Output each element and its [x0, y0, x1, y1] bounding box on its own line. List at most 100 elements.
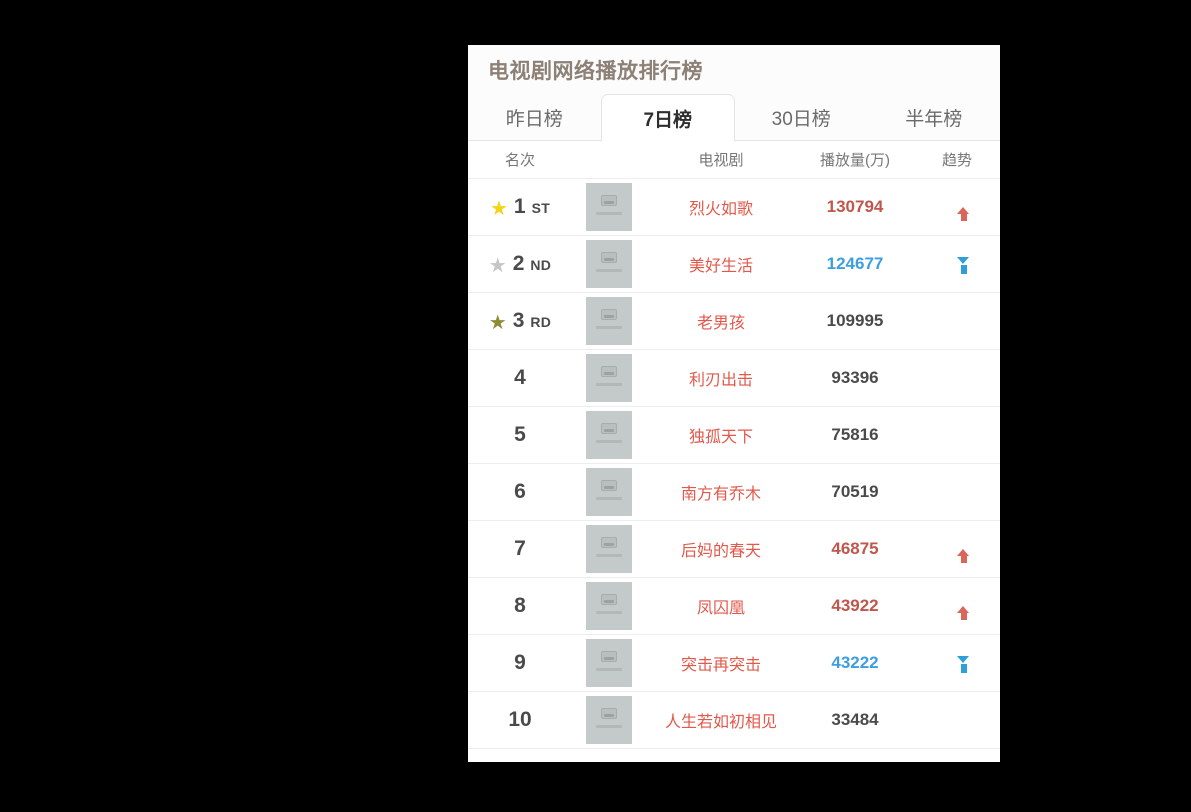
- rank-number: 2: [512, 252, 525, 276]
- image-placeholder-text: [596, 668, 622, 672]
- drama-name-cell[interactable]: 美好生活: [646, 236, 796, 292]
- page-title: 电视剧网络播放排行榜: [488, 60, 703, 83]
- trend-cell: [914, 578, 1000, 634]
- rank-cell: 8: [468, 578, 572, 634]
- image-placeholder-icon: [601, 309, 617, 321]
- thumbnail-cell: [572, 179, 646, 235]
- tab-4[interactable]: 半年榜: [868, 94, 1001, 141]
- tab-2[interactable]: 7日榜: [600, 94, 735, 143]
- table-row[interactable]: 6 南方有乔木 70519: [468, 464, 1000, 522]
- image-placeholder-text: [596, 611, 622, 615]
- star-icon: ★: [488, 255, 507, 278]
- rank-number: 6: [514, 480, 526, 504]
- broken-image-icon: [586, 411, 632, 460]
- rank-number: 7: [514, 537, 526, 561]
- drama-name-cell[interactable]: 后妈的春天: [646, 521, 796, 577]
- drama-name-link[interactable]: 凤囚凰: [697, 594, 745, 618]
- drama-name-cell[interactable]: 南方有乔木: [646, 464, 796, 520]
- rank-number: 4: [514, 366, 526, 390]
- rank-cell: 6: [468, 464, 572, 520]
- image-placeholder-icon: [601, 423, 617, 435]
- rank-number: 3: [512, 309, 525, 333]
- table-row[interactable]: ★ 3 RD 老男孩 109995: [468, 293, 1000, 351]
- thumbnail-cell: [572, 350, 646, 406]
- column-header-rank: 名次: [504, 152, 535, 170]
- plays-cell: 130794: [796, 179, 914, 235]
- image-placeholder-icon: [601, 480, 617, 492]
- plays-value: 33484: [831, 710, 879, 730]
- trend-cell: [914, 407, 1000, 463]
- thumbnail-cell: [572, 407, 646, 463]
- table-row[interactable]: ★ 1 ST 烈火如歌 130794: [468, 179, 1000, 237]
- thumbnail-cell: [572, 293, 646, 349]
- thumbnail-cell: [572, 236, 646, 292]
- drama-name-link[interactable]: 人生若如初相见: [665, 708, 777, 732]
- drama-name-link[interactable]: 美好生活: [689, 252, 753, 276]
- image-placeholder-text: [596, 212, 622, 216]
- plays-cell: 43222: [796, 635, 914, 691]
- thumbnail-cell: [572, 521, 646, 577]
- table-row[interactable]: 8 凤囚凰 43922: [468, 578, 1000, 636]
- drama-name-link[interactable]: 突击再突击: [681, 651, 761, 675]
- image-placeholder-icon: [601, 195, 617, 207]
- drama-name-cell[interactable]: 人生若如初相见: [646, 692, 796, 748]
- image-placeholder-icon: [601, 366, 617, 378]
- drama-name-cell[interactable]: 凤囚凰: [646, 578, 796, 634]
- drama-name-cell[interactable]: 突击再突击: [646, 635, 796, 691]
- table-row[interactable]: 10 人生若如初相见 33484: [468, 692, 1000, 750]
- plays-cell: 75816: [796, 407, 914, 463]
- plays-value: 43222: [831, 653, 879, 673]
- drama-name-link[interactable]: 独孤天下: [689, 423, 753, 447]
- table-row[interactable]: 4 利刃出击 93396: [468, 350, 1000, 408]
- broken-image-icon: [586, 297, 632, 346]
- broken-image-icon: [586, 468, 632, 517]
- trend-cell: [914, 635, 1000, 691]
- star-icon: ★: [489, 198, 508, 221]
- column-header-drama: 电视剧: [698, 152, 744, 170]
- rank-cell: ★ 2 ND: [468, 236, 572, 292]
- drama-name-cell[interactable]: 利刃出击: [646, 350, 796, 406]
- image-placeholder-text: [596, 725, 622, 729]
- table-row[interactable]: 5 独孤天下 75816: [468, 407, 1000, 465]
- table-row[interactable]: ★ 2 ND 美好生活 124677: [468, 236, 1000, 294]
- drama-name-link[interactable]: 后妈的春天: [681, 537, 761, 561]
- plays-cell: 70519: [796, 464, 914, 520]
- plays-value: 70519: [831, 482, 879, 502]
- table-row[interactable]: 9 突击再突击 43222: [468, 635, 1000, 693]
- drama-name-link[interactable]: 烈火如歌: [689, 195, 753, 219]
- plays-cell: 124677: [796, 236, 914, 292]
- drama-name-cell[interactable]: 独孤天下: [646, 407, 796, 463]
- drama-name-link[interactable]: 利刃出击: [689, 366, 753, 390]
- drama-name-link[interactable]: 老男孩: [697, 309, 745, 333]
- rank-number: 10: [508, 708, 532, 732]
- table-row[interactable]: 7 后妈的春天 46875: [468, 521, 1000, 579]
- tab-1[interactable]: 昨日榜: [468, 94, 601, 141]
- drama-name-cell[interactable]: 烈火如歌: [646, 179, 796, 235]
- thumbnail-cell: [572, 578, 646, 634]
- trend-cell: [914, 464, 1000, 520]
- image-placeholder-icon: [601, 708, 617, 720]
- drama-name-link[interactable]: 南方有乔木: [681, 480, 761, 504]
- thumbnail-cell: [572, 464, 646, 520]
- rank-cell: 4: [468, 350, 572, 406]
- image-placeholder-text: [596, 497, 622, 501]
- drama-name-cell[interactable]: 老男孩: [646, 293, 796, 349]
- broken-image-icon: [586, 354, 632, 403]
- trend-cell: [914, 521, 1000, 577]
- image-placeholder-text: [596, 554, 622, 558]
- trend-cell: [914, 293, 1000, 349]
- plays-value: 93396: [831, 368, 879, 388]
- ranking-card: 电视剧网络播放排行榜 昨日榜 7日榜 30日榜 半年榜 名次 电视剧 播放量(万) 趋…: [468, 45, 1000, 762]
- broken-image-icon: [586, 639, 632, 688]
- image-placeholder-text: [596, 440, 622, 444]
- image-placeholder-icon: [601, 252, 617, 264]
- broken-image-icon: [586, 525, 632, 574]
- tab-3[interactable]: 30日榜: [735, 94, 868, 141]
- thumbnail-cell: [572, 692, 646, 748]
- rank-suffix: ND: [530, 257, 552, 274]
- trend-cell: [914, 179, 1000, 235]
- image-placeholder-text: [596, 383, 622, 387]
- card-header: 电视剧网络播放排行榜 昨日榜 7日榜 30日榜 半年榜: [468, 45, 1001, 143]
- plays-cell: 33484: [796, 692, 914, 748]
- tab-bar: 昨日榜 7日榜 30日榜 半年榜: [468, 94, 1001, 143]
